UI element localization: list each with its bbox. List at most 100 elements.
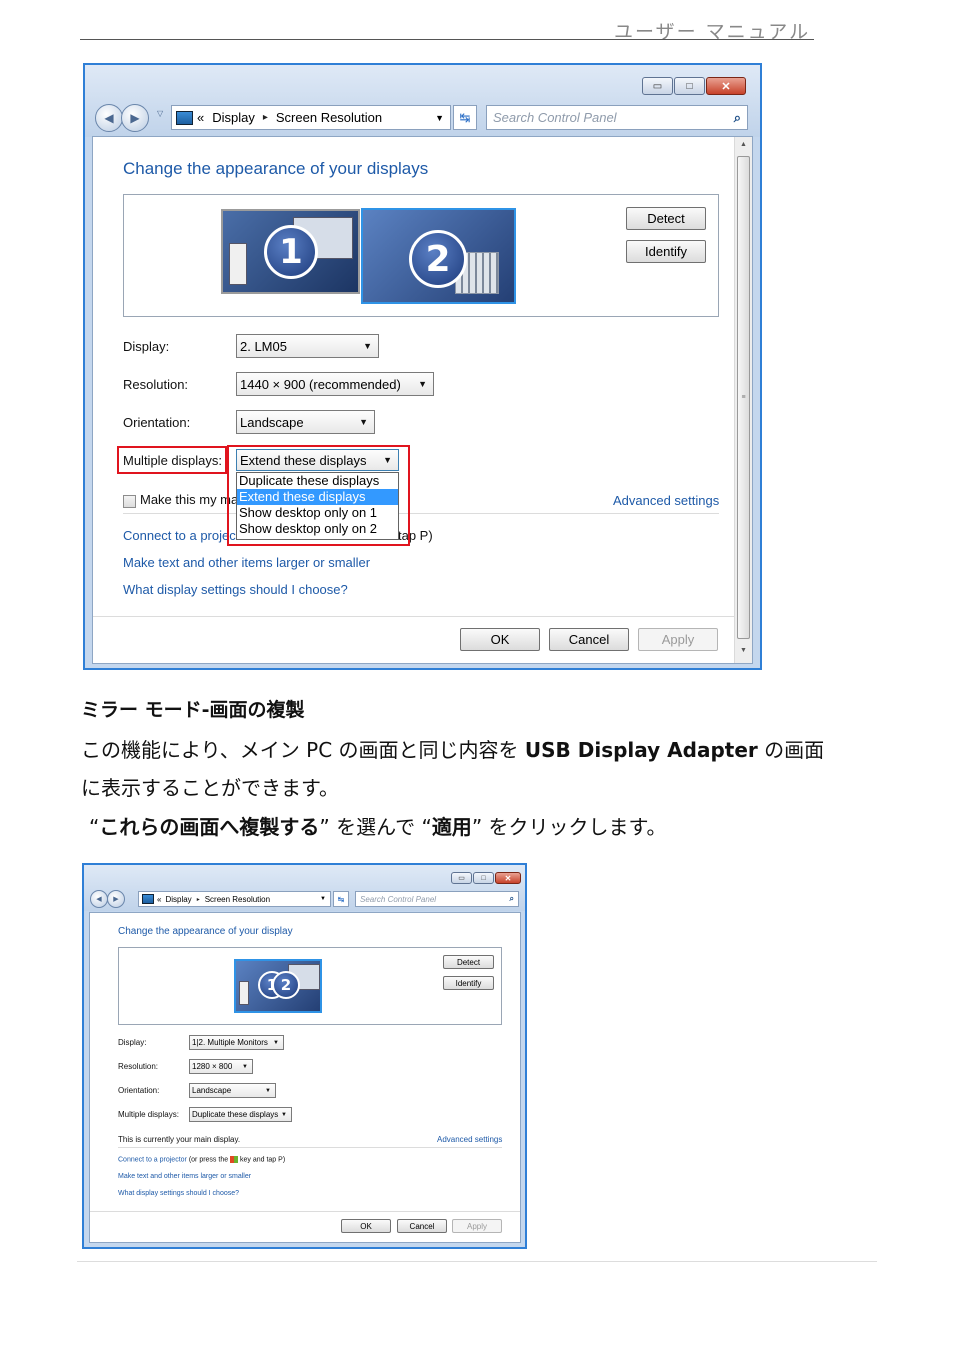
address-dropdown-icon[interactable]: ▼ bbox=[435, 113, 444, 123]
chevron-down-icon: ▼ bbox=[281, 1111, 287, 1118]
breadcrumb-overflow[interactable]: « bbox=[197, 110, 204, 125]
desktop-sidebar-icon bbox=[239, 981, 249, 1005]
display-select[interactable]: 2. LM05 ▼ bbox=[236, 334, 379, 358]
resolution-select[interactable]: 1280 × 800 ▼ bbox=[189, 1059, 253, 1074]
chevron-down-icon: ▼ bbox=[359, 417, 368, 427]
close-button[interactable]: ✕ bbox=[495, 872, 521, 884]
orientation-select[interactable]: Landscape ▼ bbox=[236, 410, 375, 434]
minimize-button[interactable]: ▭ bbox=[642, 77, 673, 95]
highlight-multiple-displays-dropdown bbox=[227, 445, 410, 546]
identify-button[interactable]: Identify bbox=[443, 976, 494, 990]
display-settings-help-link[interactable]: What display settings should I choose? bbox=[123, 582, 348, 597]
display-select[interactable]: 1|2. Multiple Monitors ▼ bbox=[189, 1035, 284, 1050]
orientation-label: Orientation: bbox=[118, 1086, 160, 1095]
breadcrumb-screen-resolution[interactable]: Screen Resolution bbox=[205, 895, 270, 904]
minimize-button[interactable]: ▭ bbox=[451, 872, 472, 884]
apply-button[interactable]: Apply bbox=[638, 628, 718, 651]
apply-button[interactable]: Apply bbox=[452, 1219, 502, 1233]
advanced-separator bbox=[118, 1147, 502, 1148]
search-placeholder: Search Control Panel bbox=[493, 110, 617, 125]
main-display-text: This is currently your main display. bbox=[118, 1135, 241, 1144]
breadcrumb-display[interactable]: Display bbox=[165, 895, 191, 904]
control-panel-icon bbox=[142, 894, 154, 904]
back-button[interactable]: ◀ bbox=[90, 890, 108, 908]
breadcrumb-separator-icon[interactable]: ▸ bbox=[197, 896, 200, 903]
connect-projector-text[interactable]: Connect to a proje bbox=[123, 528, 229, 543]
chevron-down-icon: ▼ bbox=[242, 1063, 248, 1070]
connect-projector-row: Connect to a projector (or press the key… bbox=[118, 1156, 285, 1163]
breadcrumb-display[interactable]: Display bbox=[212, 110, 255, 125]
orientation-select-value: Landscape bbox=[192, 1086, 232, 1095]
breadcrumb-separator-icon[interactable]: ▸ bbox=[263, 112, 268, 123]
scroll-thumb[interactable]: ≡ bbox=[737, 156, 750, 639]
maximize-button[interactable]: □ bbox=[674, 77, 705, 95]
monitor-arrangement-area: 1 2 Detect Identify bbox=[123, 194, 719, 317]
address-bar[interactable]: « Display ▸ Screen Resolution ▼ bbox=[171, 105, 451, 130]
display-label: Display: bbox=[118, 1038, 147, 1047]
back-button[interactable]: ◀ bbox=[95, 104, 123, 132]
refresh-button[interactable]: ↹ bbox=[333, 891, 349, 907]
ok-button[interactable]: OK bbox=[460, 628, 540, 651]
cancel-button[interactable]: Cancel bbox=[397, 1219, 447, 1233]
orientation-select[interactable]: Landscape ▼ bbox=[189, 1083, 276, 1098]
detect-button[interactable]: Detect bbox=[626, 207, 706, 230]
instruction-apply: 適用 bbox=[431, 815, 472, 839]
monitor-1-number: 1 bbox=[264, 225, 318, 279]
instruction-line: “これらの画面へ複製する” を選んで “適用” をクリックします。 bbox=[89, 811, 667, 840]
display-settings-help-link[interactable]: What display settings should I choose? bbox=[118, 1190, 239, 1197]
forward-button[interactable]: ▶ bbox=[107, 890, 125, 908]
cancel-button[interactable]: Cancel bbox=[549, 628, 629, 651]
breadcrumb-screen-resolution[interactable]: Screen Resolution bbox=[276, 110, 382, 125]
paragraph-line-1-a: この機能により、メイン PC の画面と同じ内容を bbox=[81, 738, 525, 762]
close-button[interactable]: ✕ bbox=[706, 77, 746, 95]
connect-projector-suffix-b: key and tap P) bbox=[238, 1156, 286, 1164]
identify-button[interactable]: Identify bbox=[626, 240, 706, 263]
resolution-select[interactable]: 1440 × 900 (recommended) ▼ bbox=[236, 372, 434, 396]
recent-pages-chevron-icon[interactable]: ▽ bbox=[157, 109, 163, 118]
monitor-1[interactable]: 1 bbox=[221, 209, 360, 294]
section-heading: ミラー モード-画面の複製 bbox=[81, 699, 305, 721]
instruction-option: これらの画面へ複製する bbox=[99, 815, 320, 839]
scroll-down-icon[interactable]: ▼ bbox=[735, 647, 752, 654]
connect-projector-link[interactable]: Connect to a projector bbox=[118, 1156, 187, 1163]
orientation-select-value: Landscape bbox=[240, 414, 304, 430]
footer-separator bbox=[90, 1211, 520, 1212]
refresh-icon: ↹ bbox=[459, 109, 471, 125]
text-size-link[interactable]: Make text and other items larger or smal… bbox=[118, 1173, 251, 1180]
footer-rule bbox=[77, 1261, 877, 1262]
content-pane: Change the appearance of your displays 1… bbox=[92, 136, 753, 664]
monitor-2[interactable]: 2 bbox=[361, 208, 516, 304]
advanced-settings-link[interactable]: Advanced settings bbox=[437, 1135, 502, 1144]
advanced-separator bbox=[123, 513, 719, 514]
connect-projector-link[interactable]: Connect to a projec bbox=[123, 528, 236, 543]
multiple-displays-select[interactable]: Duplicate these displays ▼ bbox=[189, 1107, 292, 1122]
address-bar[interactable]: « Display ▸ Screen Resolution ▼ bbox=[138, 891, 331, 907]
detect-button[interactable]: Detect bbox=[443, 955, 494, 969]
scroll-up-icon[interactable]: ▲ bbox=[735, 141, 752, 148]
monitor-2-number: 2 bbox=[409, 230, 467, 288]
monitor-1-2[interactable]: 1 2 bbox=[234, 959, 322, 1013]
grip-icon: ≡ bbox=[741, 394, 746, 401]
refresh-button[interactable]: ↹ bbox=[453, 105, 477, 130]
ok-button[interactable]: OK bbox=[341, 1219, 391, 1233]
chevron-down-icon: ▼ bbox=[265, 1087, 271, 1094]
desktop-sidebar-icon bbox=[229, 243, 247, 285]
text-size-link[interactable]: Make text and other items larger or smal… bbox=[123, 555, 370, 570]
advanced-settings-link[interactable]: Advanced settings bbox=[613, 493, 719, 508]
search-placeholder: Search Control Panel bbox=[360, 894, 437, 904]
orientation-label: Orientation: bbox=[123, 415, 191, 430]
content-pane: Change the appearance of your display 1 … bbox=[89, 912, 521, 1243]
search-input[interactable]: Search Control Panel ⌕ bbox=[355, 891, 519, 907]
breadcrumb-overflow[interactable]: « bbox=[157, 895, 161, 904]
screen-resolution-window-1: ▭ □ ✕ ◀ ▶ ▽ « Display ▸ Screen Resolutio… bbox=[83, 63, 762, 670]
windows-logo-icon bbox=[230, 1156, 239, 1163]
address-dropdown-icon[interactable]: ▼ bbox=[320, 896, 326, 902]
control-panel-icon bbox=[176, 110, 193, 125]
search-input[interactable]: Search Control Panel ⌕ bbox=[486, 105, 748, 130]
make-main-display-checkbox[interactable] bbox=[123, 495, 136, 508]
make-main-display-label: Make this my ma bbox=[140, 492, 238, 507]
forward-button[interactable]: ▶ bbox=[121, 104, 149, 132]
vertical-scrollbar[interactable]: ▲ ≡ ▼ bbox=[734, 137, 752, 663]
chevron-down-icon: ▼ bbox=[363, 341, 372, 351]
maximize-button[interactable]: □ bbox=[473, 872, 494, 884]
